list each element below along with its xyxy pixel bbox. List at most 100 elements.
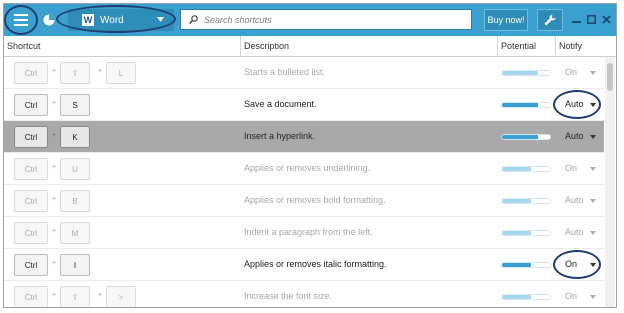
key-cap: Ctrl [14, 190, 48, 212]
key-plus-separator: + [52, 260, 57, 267]
app-selector-label: Word [100, 14, 124, 26]
scrollbar[interactable] [605, 57, 615, 307]
shortcut-description: Applies or removes underlining. [244, 163, 371, 173]
potential-bar [501, 102, 551, 108]
shortcut-row[interactable]: Ctrl + ⇧ + > Increase the font size. On [4, 281, 604, 307]
caret-down-icon[interactable] [590, 71, 596, 75]
shortcut-description: Indent a paragraph from the left. [244, 227, 373, 237]
potential-bar-fill [502, 103, 538, 107]
potential-bar [501, 294, 551, 300]
pie-chart-icon [43, 14, 55, 26]
column-header: Shortcut Description Potential Notify [4, 36, 616, 57]
key-plus-separator: + [52, 196, 57, 203]
shortcut-row[interactable]: Ctrl + U Applies or removes underlining. On [4, 153, 604, 185]
notify-dropdown[interactable]: Auto [565, 227, 584, 237]
notify-dropdown[interactable]: Auto [565, 195, 584, 205]
menu-button[interactable] [8, 8, 34, 32]
key-cap: L [106, 62, 136, 84]
potential-bar-fill [502, 231, 531, 235]
notify-dropdown[interactable]: On [565, 291, 577, 301]
chevron-down-icon [157, 17, 164, 22]
close-icon [601, 14, 611, 24]
caret-down-icon[interactable] [590, 231, 596, 235]
shortcut-row[interactable]: Ctrl + ⇧ + L Starts a bulleted list. On [4, 57, 604, 89]
shortcut-description: Applies or removes bold formatting. [244, 195, 386, 205]
shortcut-description: Increase the font size. [244, 291, 333, 301]
buy-now-button[interactable]: Buy now! [484, 9, 528, 31]
shortcut-row[interactable]: Ctrl + B Applies or removes bold formatting… [4, 185, 604, 217]
potential-bar-fill [502, 263, 531, 267]
potential-bar-fill [502, 295, 531, 299]
key-cap: ⇧ [60, 62, 90, 84]
maximize-icon [586, 14, 596, 24]
shortcut-row[interactable]: Ctrl + K Insert a hyperlink. Auto [4, 121, 604, 153]
shortcut-description: Applies or removes italic formatting. [244, 259, 387, 269]
header-shortcut[interactable]: Shortcut [4, 36, 241, 56]
key-plus-separator: + [52, 228, 57, 235]
key-cap: Ctrl [14, 158, 48, 180]
close-button[interactable] [601, 13, 611, 25]
shortcut-row[interactable]: Ctrl + I Applies or removes italic formatti… [4, 249, 604, 281]
key-cap: Ctrl [14, 222, 48, 244]
shortcut-row[interactable]: Ctrl + S Save a document. Auto [4, 89, 604, 121]
maximize-button[interactable] [586, 13, 596, 25]
caret-down-icon[interactable] [590, 135, 596, 139]
potential-bar [501, 262, 551, 268]
notify-dropdown[interactable]: Auto [565, 131, 584, 141]
key-cap: Ctrl [14, 62, 48, 84]
notify-dropdown[interactable]: On [565, 259, 577, 269]
key-plus-separator: + [52, 68, 57, 75]
caret-down-icon[interactable] [590, 263, 596, 267]
shortcut-description: Save a document. [244, 99, 317, 109]
minimize-button[interactable] [571, 13, 581, 25]
settings-button[interactable] [537, 9, 563, 31]
key-cap: I [60, 254, 90, 276]
shortcut-description: Starts a bulleted list. [244, 67, 326, 77]
search-input[interactable]: Search shortcuts [204, 15, 272, 25]
scrollbar-thumb[interactable] [607, 63, 613, 91]
key-cap: Ctrl [14, 94, 48, 116]
key-plus-separator: + [52, 164, 57, 171]
caret-down-icon[interactable] [590, 199, 596, 203]
app-window: W Word Search shortcuts Buy now! Shortcu… [3, 3, 617, 308]
key-cap: K [60, 126, 90, 148]
stats-button[interactable] [38, 8, 60, 32]
minimize-icon [571, 20, 581, 23]
key-cap: U [60, 158, 90, 180]
header-description[interactable]: Description [241, 36, 498, 56]
caret-down-icon[interactable] [590, 167, 596, 171]
word-logo: W [82, 14, 94, 26]
search-box[interactable]: Search shortcuts [180, 9, 472, 30]
potential-bar [501, 198, 551, 204]
header-potential[interactable]: Potential [498, 36, 556, 56]
header-notify[interactable]: Notify [556, 36, 606, 56]
potential-bar-fill [502, 135, 538, 139]
key-plus-separator: + [52, 132, 57, 139]
notify-dropdown[interactable]: On [565, 163, 577, 173]
potential-bar [501, 134, 551, 140]
shortcut-row[interactable]: Ctrl + M Indent a paragraph from the left. A… [4, 217, 604, 249]
menu-icon [14, 14, 28, 26]
search-icon [189, 15, 198, 24]
key-plus-separator: + [52, 292, 57, 299]
key-cap: S [60, 94, 90, 116]
key-cap: Ctrl [14, 254, 48, 276]
app-selector[interactable]: W Word [68, 9, 174, 31]
key-cap: Ctrl [14, 126, 48, 148]
key-cap: ⇧ [60, 286, 90, 307]
key-cap: B [60, 190, 90, 212]
potential-bar-fill [502, 167, 531, 171]
caret-down-icon[interactable] [590, 295, 596, 299]
wrench-icon [544, 14, 556, 26]
potential-bar [501, 230, 551, 236]
notify-dropdown[interactable]: On [565, 67, 577, 77]
potential-bar-fill [502, 199, 531, 203]
potential-bar [501, 70, 551, 76]
potential-bar [501, 166, 551, 172]
key-cap: > [106, 286, 136, 307]
notify-dropdown[interactable]: Auto [565, 99, 584, 109]
key-cap: Ctrl [14, 286, 48, 307]
potential-bar-fill [502, 71, 538, 75]
key-plus-separator: + [98, 292, 103, 299]
caret-down-icon[interactable] [590, 103, 596, 107]
